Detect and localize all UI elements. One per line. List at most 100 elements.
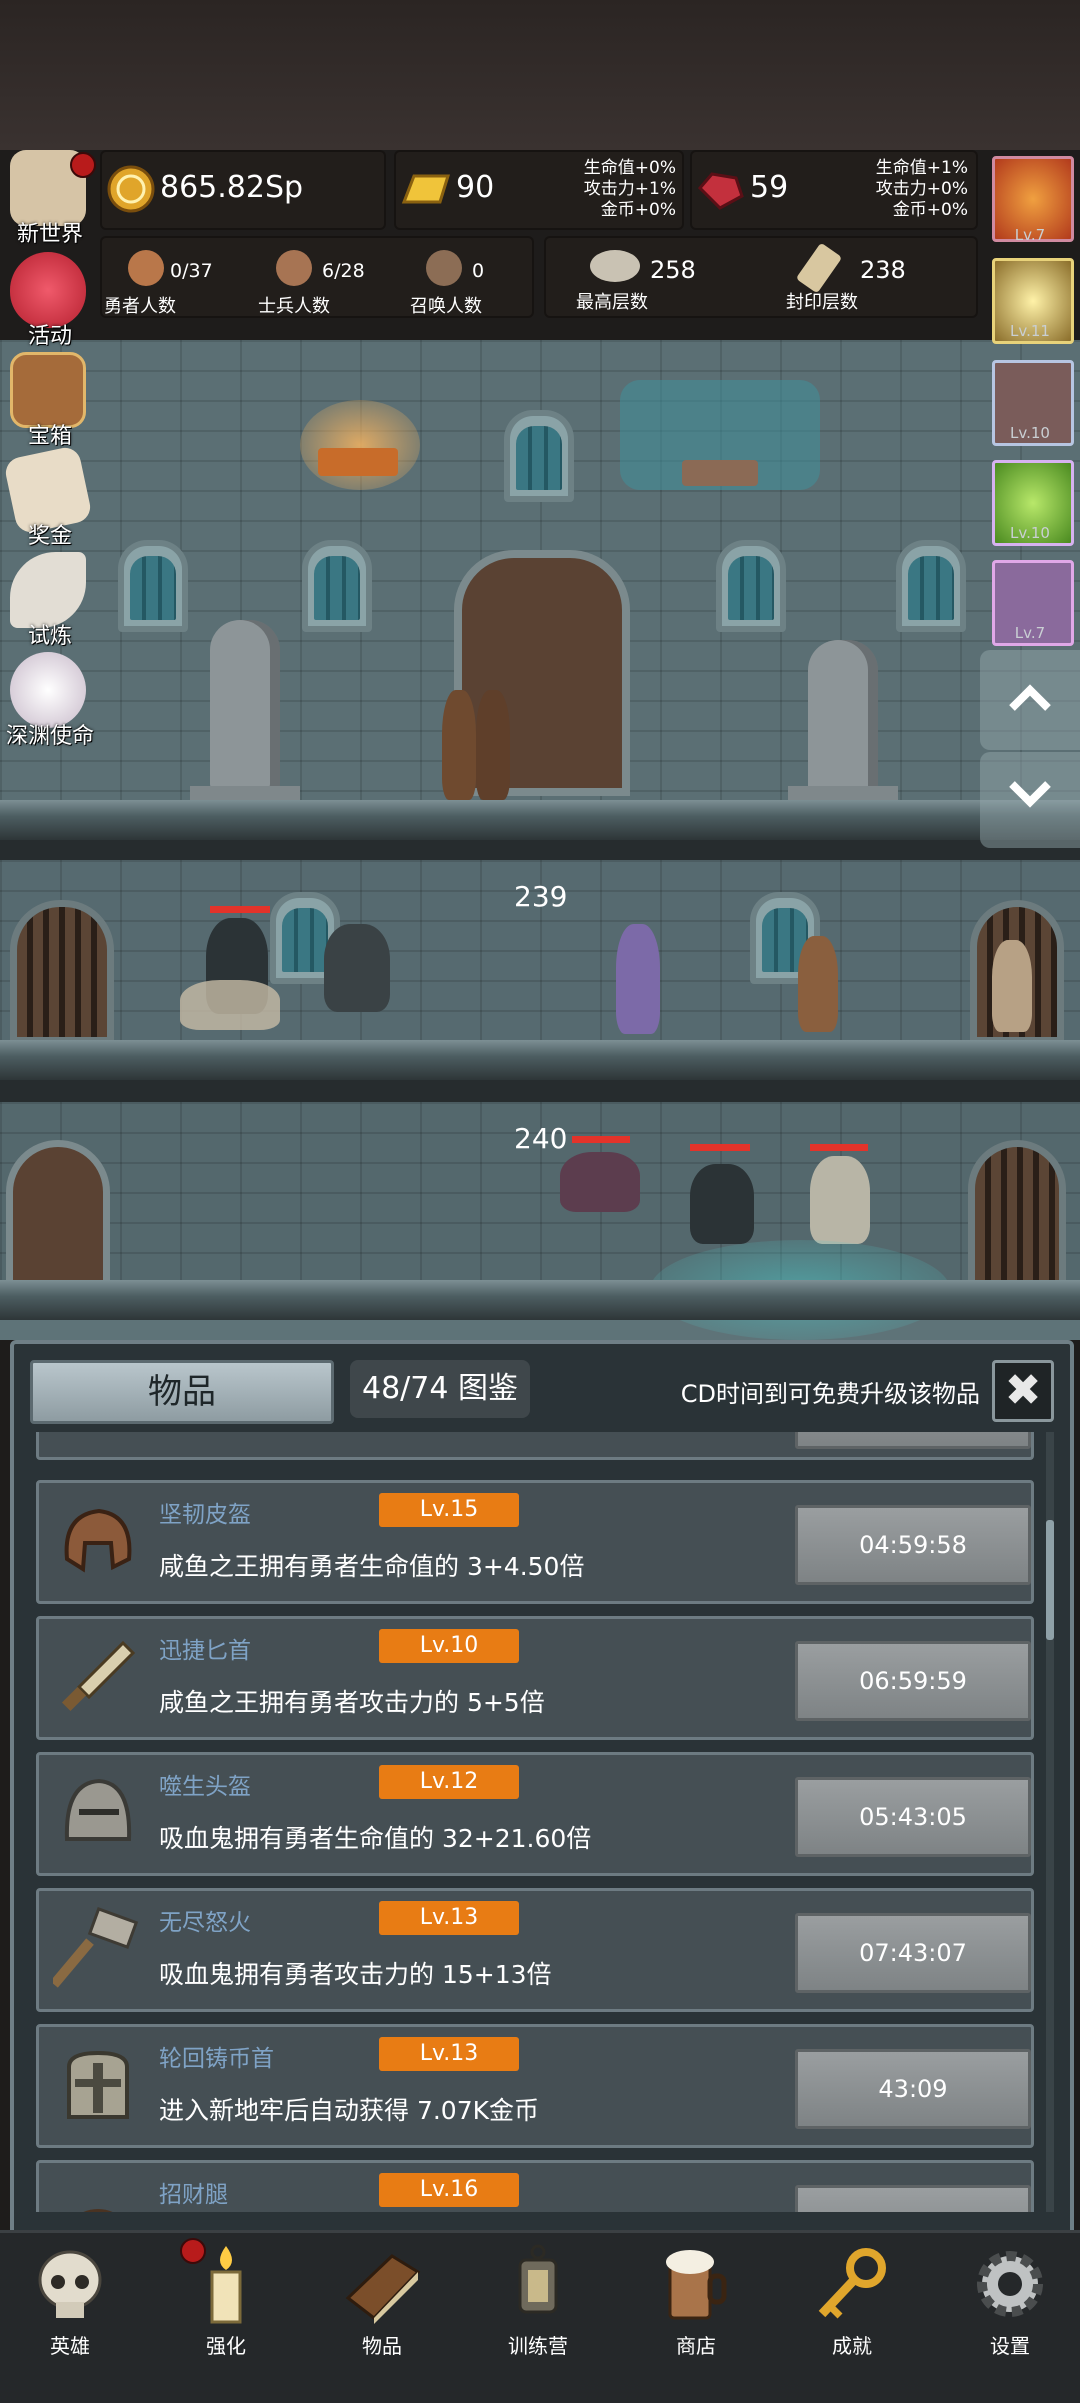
nav-items[interactable]: 物品	[320, 2238, 440, 2358]
axe-hero[interactable]	[798, 936, 838, 1032]
side-menu-event[interactable]: 活动	[0, 252, 96, 349]
nav-settings[interactable]: 设置	[948, 2238, 1068, 2358]
scroll-icon	[795, 242, 843, 294]
nav-label: 设置	[990, 2334, 1030, 2358]
item-level-badge: Lv.13	[379, 1901, 519, 1935]
gold-bar-panel[interactable]: 90 生命值+0% 攻击力+1% 金币+0%	[394, 150, 684, 230]
upgrade-timer-button[interactable]: 04:59:58	[795, 1505, 1031, 1585]
upgrade-timer-button[interactable]: 43:09	[795, 2049, 1031, 2129]
upgrade-timer-button[interactable]: 05:43:05	[795, 1777, 1031, 1857]
hero-character	[476, 690, 510, 800]
close-button[interactable]: ✖	[992, 1360, 1054, 1422]
floor-ledge	[0, 1280, 1080, 1320]
enemy-hp-bar	[810, 1144, 868, 1151]
hero-count-icon	[128, 250, 164, 286]
side-menu-abyss-mission[interactable]: 深渊使命	[0, 652, 96, 749]
nav-achievements[interactable]: 成就	[790, 2238, 910, 2358]
hero-portrait-level: Lv.7	[1014, 624, 1046, 642]
sealed-floor-value: 238	[860, 256, 906, 284]
scroll-down-button[interactable]	[980, 752, 1080, 848]
side-menu-label: 宝箱	[27, 424, 72, 449]
hooded-wraith-enemy[interactable]	[690, 1164, 754, 1244]
wall-window	[302, 540, 372, 632]
witch-hero[interactable]	[616, 924, 660, 1034]
gold-panel: 865.82Sp	[100, 150, 386, 230]
side-menu-chest[interactable]: 宝箱	[0, 352, 96, 449]
chandelier-right	[682, 460, 758, 486]
gold-bar-bonus-gold: 金币+0%	[600, 200, 676, 220]
close-icon: ✖	[1004, 1365, 1042, 1416]
list-item: 无尽怒火 Lv.13 吸血鬼拥有勇者攻击力的 15+13倍 07:43:07	[36, 1888, 1034, 2012]
soldier-count-value: 6/28	[322, 260, 365, 282]
hero-portrait-level: Lv.7	[1014, 226, 1046, 244]
item-description: 吸血鬼拥有勇者攻击力的 15+13倍	[159, 1960, 552, 1989]
wall-window	[716, 540, 786, 632]
tab-items[interactable]: 物品	[30, 1360, 334, 1424]
list-item: 坚韧皮盔 Lv.15 咸鱼之王拥有勇者生命值的 3+4.50倍 04:59:58	[36, 1480, 1034, 1604]
upgrade-timer-button[interactable]: 06:59:59	[795, 1641, 1031, 1721]
max-floor-label: 最高层数	[576, 292, 648, 313]
floor-ledge	[0, 800, 1080, 840]
leg-armor-icon	[83, 2209, 113, 2212]
ruby-icon	[697, 172, 744, 210]
nav-label: 商店	[676, 2334, 716, 2358]
upgrade-timer-button[interactable]	[795, 1432, 1031, 1449]
item-level-badge: Lv.15	[379, 1493, 519, 1527]
skeleton-enemy[interactable]	[180, 980, 280, 1030]
nav-shop[interactable]: 商店	[634, 2238, 754, 2358]
nav-upgrade[interactable]: 强化	[164, 2238, 284, 2358]
nav-training-camp[interactable]: 训练营	[476, 2238, 596, 2358]
item-name: 无尽怒火	[159, 1910, 251, 1936]
octopus-ghost-enemy[interactable]	[324, 924, 390, 1012]
side-menu-new-world[interactable]: 新世界	[0, 150, 96, 247]
notification-dot	[180, 2238, 206, 2264]
hammer-icon	[53, 1907, 139, 1988]
ruby-panel[interactable]: 59 生命值+1% 攻击力+0% 金币+0%	[690, 150, 978, 230]
bat-enemy[interactable]	[560, 1152, 640, 1212]
floor-number: 240	[514, 1122, 568, 1155]
side-menu-label: 新世界	[16, 222, 83, 247]
soldier-count-icon	[276, 250, 312, 286]
notification-dot	[70, 152, 96, 178]
nav-heroes[interactable]: 英雄	[8, 2238, 128, 2358]
hero-portrait-level: Lv.10	[1010, 524, 1050, 542]
knight-helmet-icon	[64, 1778, 132, 1841]
key-icon	[818, 2248, 886, 2319]
item-list[interactable]: 坚韧皮盔 Lv.15 咸鱼之王拥有勇者生命值的 3+4.50倍 04:59:58…	[30, 1432, 1040, 2212]
enemy-hp-bar	[690, 1144, 750, 1151]
item-description: 进入新地牢后自动获得 7.07K金币	[159, 2096, 540, 2125]
side-menu-bonus[interactable]: 奖金	[0, 444, 96, 549]
chandelier-glow	[300, 400, 420, 490]
item-level-badge: Lv.13	[379, 2037, 519, 2071]
floor-number: 239	[514, 880, 568, 913]
upgrade-timer-button[interactable]	[795, 2185, 1031, 2212]
scroll-up-button[interactable]	[980, 650, 1080, 750]
ghost-enemy[interactable]	[810, 1156, 870, 1244]
wall-window	[118, 540, 188, 632]
nav-label: 成就	[832, 2334, 872, 2358]
list-item: 迅捷匕首 Lv.10 咸鱼之王拥有勇者攻击力的 5+5倍 06:59:59	[36, 1616, 1034, 1740]
item-name: 招财腿	[159, 2182, 228, 2208]
chevron-up-icon	[1009, 684, 1051, 711]
gold-value: 865.82Sp	[160, 170, 304, 205]
scrollbar-thumb[interactable]	[1046, 1520, 1054, 1640]
item-description: 吸血鬼拥有勇者生命值的 32+21.60倍	[159, 1824, 592, 1853]
hero-character	[442, 690, 476, 800]
floor-gap	[0, 1080, 1080, 1102]
hero-portrait-level: Lv.10	[1010, 424, 1050, 442]
iron-gate	[10, 900, 114, 1044]
floor-gap	[0, 840, 1080, 860]
dungeon-scene: 239 240	[0, 340, 1080, 1340]
side-menu-trial[interactable]: 试炼	[0, 552, 96, 649]
item-level-badge: Lv.12	[379, 1765, 519, 1799]
upgrade-timer-button[interactable]: 07:43:07	[795, 1913, 1031, 1993]
summon-count-value: 0	[472, 260, 485, 282]
codex-counter[interactable]: 48/74 图鉴	[350, 1360, 530, 1418]
item-description: 咸鱼之王拥有勇者生命值的 3+4.50倍	[159, 1552, 585, 1581]
gold-bar-value: 90	[456, 170, 495, 205]
item-level-badge: Lv.10	[379, 1629, 519, 1663]
stone-icon	[590, 250, 640, 282]
hud-background	[0, 0, 1080, 150]
mummy-enemy[interactable]	[992, 940, 1032, 1032]
knight-statue-right	[808, 640, 878, 810]
